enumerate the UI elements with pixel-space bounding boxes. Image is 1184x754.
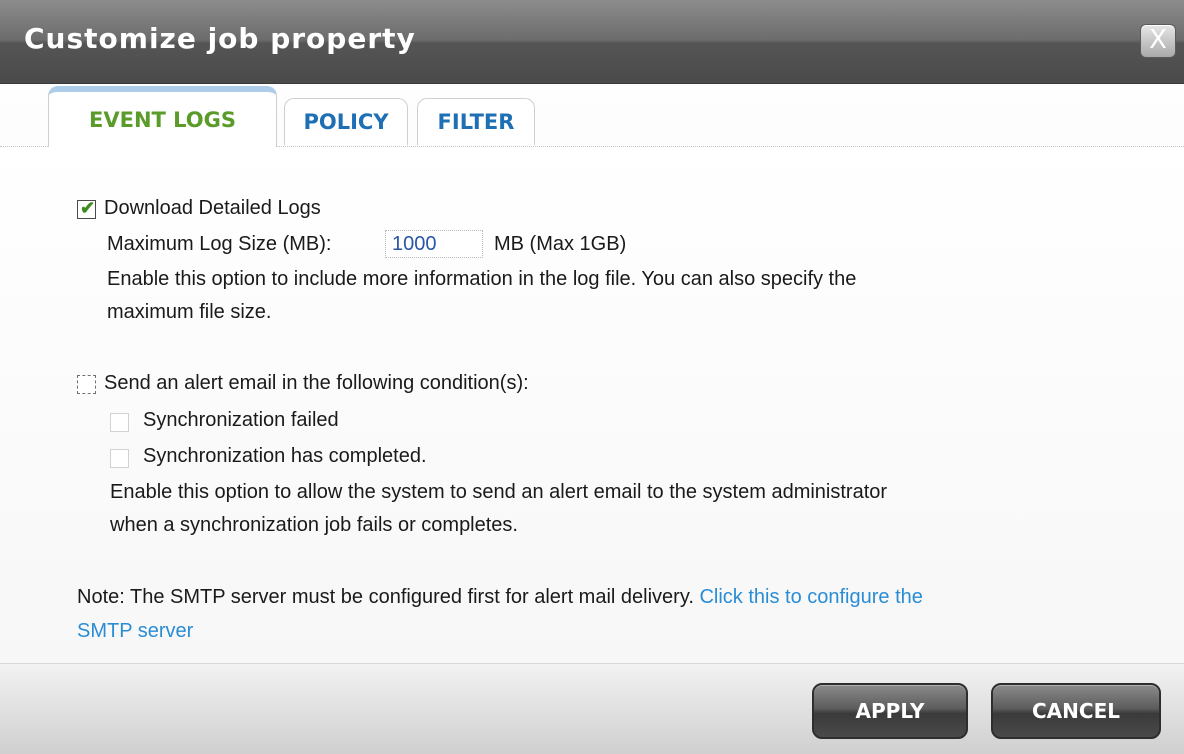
tab-event-logs[interactable]: EVENT LOGS (48, 86, 277, 147)
dialog-title: Customize job property (24, 22, 416, 55)
max-log-size-unit: MB (Max 1GB) (494, 233, 627, 255)
sync-failed-checkbox[interactable] (110, 413, 129, 432)
sync-completed-label[interactable]: Synchronization has completed. (143, 445, 427, 468)
alert-email-label[interactable]: Send an alert email in the following con… (104, 372, 529, 395)
alert-email-description-line2: when a synchronization job fails or comp… (110, 514, 518, 536)
max-log-size-label: Maximum Log Size (MB): (107, 233, 332, 255)
sync-completed-checkbox[interactable] (110, 449, 129, 468)
apply-button[interactable]: APPLY (812, 683, 968, 739)
close-icon: X (1149, 25, 1167, 55)
event-logs-panel: ✔ Download Detailed Logs Maximum Log Siz… (0, 147, 1184, 663)
sync-failed-label[interactable]: Synchronization failed (143, 409, 339, 432)
detailed-logs-checkbox[interactable]: ✔ (77, 198, 96, 219)
smtp-note: Note: The SMTP server must be configured… (77, 586, 923, 609)
customize-job-dialog: Customize job property X EVENT LOGS POLI… (0, 0, 1184, 754)
dialog-title-bar: Customize job property X (0, 0, 1184, 84)
configure-smtp-link[interactable]: Click this to configure the (699, 586, 922, 608)
close-button[interactable]: X (1140, 24, 1176, 58)
alert-email-description-line1: Enable this option to allow the system t… (110, 481, 888, 503)
alert-email-checkbox[interactable] (77, 375, 96, 394)
cancel-button[interactable]: CANCEL (991, 683, 1161, 739)
detailed-logs-description-line2: maximum file size. (107, 301, 272, 323)
detailed-logs-label[interactable]: Download Detailed Logs (104, 197, 321, 220)
tab-filter[interactable]: FILTER (417, 98, 535, 145)
detailed-logs-description-line1: Enable this option to include more infor… (107, 268, 857, 290)
checkmark-icon: ✔ (80, 198, 96, 218)
tab-policy[interactable]: POLICY (284, 98, 408, 145)
dialog-footer: APPLY CANCEL (0, 663, 1184, 754)
configure-smtp-link-continued[interactable]: SMTP server (77, 620, 193, 643)
max-log-size-input[interactable] (385, 230, 483, 258)
tab-strip: EVENT LOGS POLICY FILTER (0, 86, 1184, 147)
smtp-note-text: Note: The SMTP server must be configured… (77, 586, 700, 608)
